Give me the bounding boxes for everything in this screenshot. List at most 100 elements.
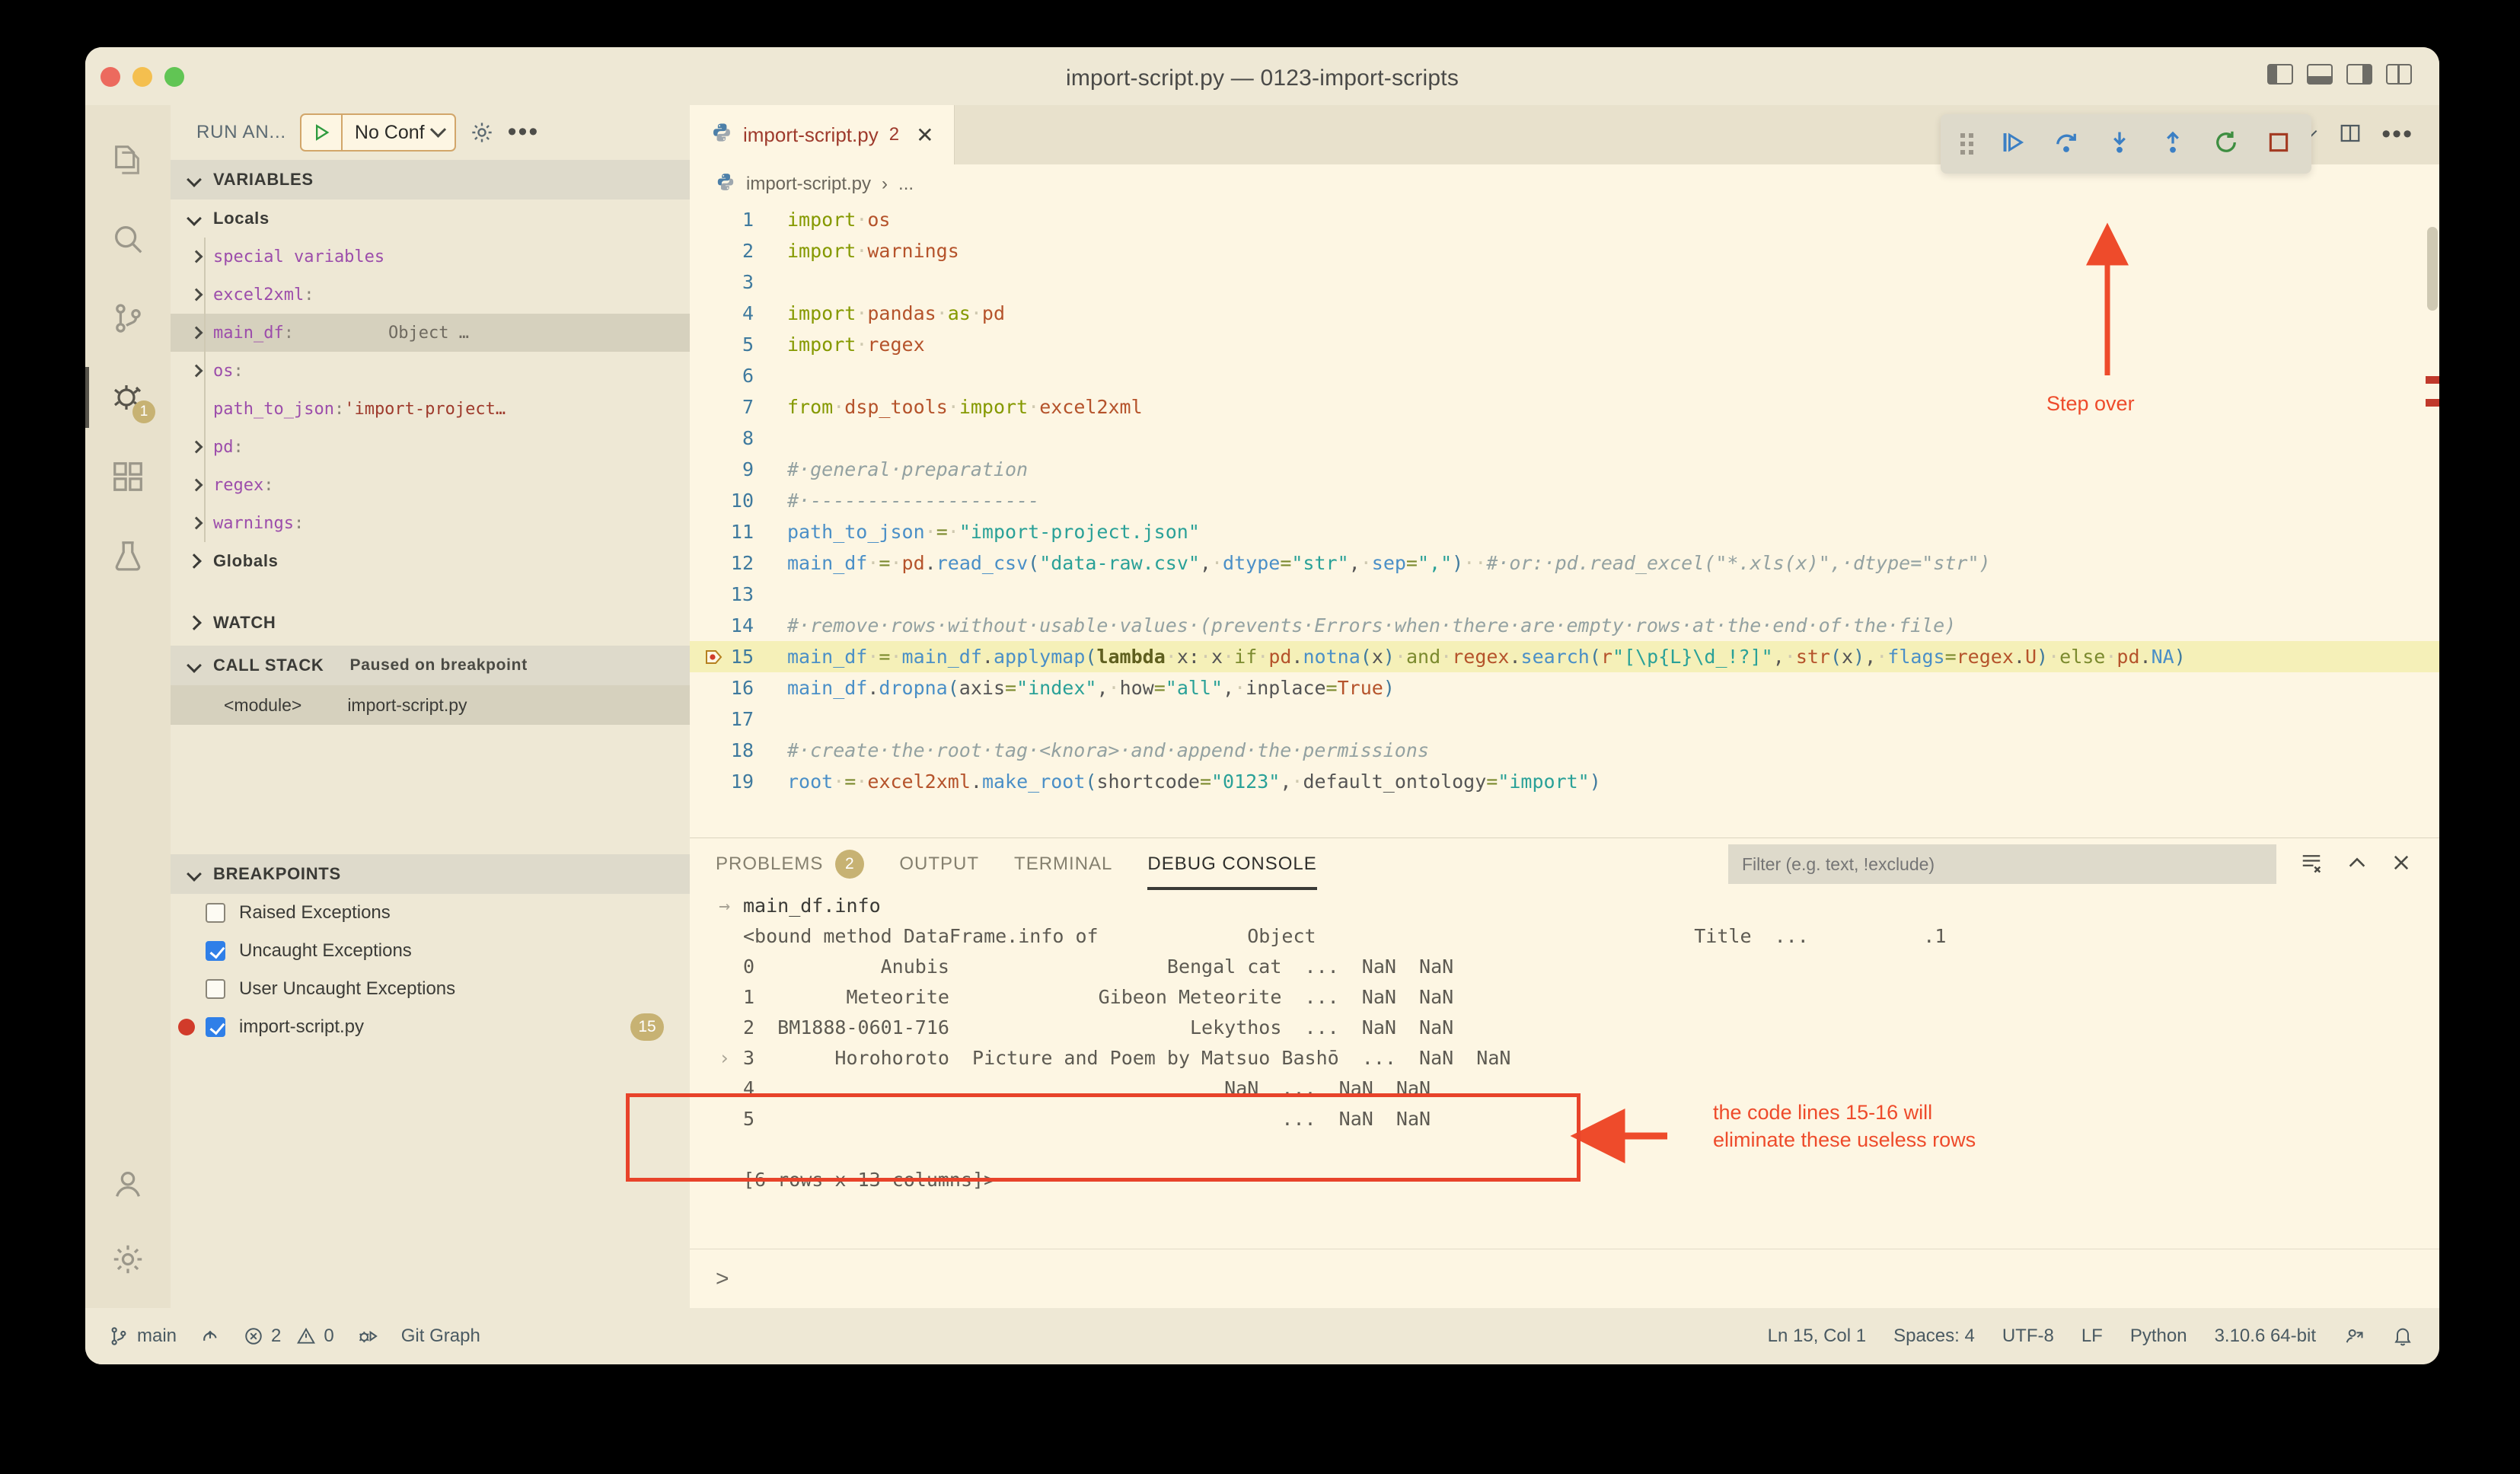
sidebar-item-search[interactable]	[85, 199, 171, 279]
variable-row[interactable]: main_df: Object …	[171, 314, 690, 352]
close-icon[interactable]: ✕	[916, 123, 933, 148]
debug-toolbar[interactable]	[1941, 114, 2311, 174]
start-debugging-button[interactable]	[301, 115, 343, 150]
code-line[interactable]: 8	[690, 423, 2439, 454]
status-branch[interactable]: main	[108, 1326, 177, 1347]
code-line[interactable]: 2 import·warnings	[690, 235, 2439, 266]
code-line[interactable]: 3	[690, 266, 2439, 298]
code-line[interactable]: 11 path_to_json·=·"import-project.json"	[690, 516, 2439, 547]
variables-globals-group[interactable]: Globals	[171, 542, 690, 580]
sidebar-item-settings[interactable]	[85, 1229, 171, 1308]
editor-more-actions-button[interactable]: •••	[2381, 122, 2413, 147]
filter-input[interactable]	[1728, 844, 2276, 884]
code-line[interactable]: 5 import·regex	[690, 329, 2439, 360]
status-problems[interactable]: 2 0	[244, 1326, 334, 1347]
toggle-secondary-sidebar-icon[interactable]	[2346, 64, 2372, 85]
sidebar-item-accounts[interactable]	[85, 1150, 171, 1229]
status-notifications[interactable]	[2392, 1326, 2413, 1347]
status-remote-account[interactable]	[2343, 1326, 2365, 1347]
variable-row[interactable]: excel2xml:	[171, 276, 690, 314]
code-line[interactable]: 9 #·general·preparation	[690, 454, 2439, 485]
chevron-right-icon[interactable]	[190, 288, 203, 302]
chevron-right-icon[interactable]	[190, 516, 203, 530]
status-language-mode[interactable]: Python	[2130, 1326, 2187, 1347]
breakpoint-marker-icon[interactable]	[705, 648, 723, 666]
sidebar-item-source-control[interactable]	[85, 279, 171, 358]
step-out-button[interactable]	[2159, 129, 2187, 160]
status-debug-start[interactable]	[357, 1326, 378, 1347]
breakpoint-checkbox[interactable]	[206, 941, 225, 961]
breakpoint-checkbox[interactable]	[206, 1017, 225, 1037]
collapse-panel-button[interactable]	[2346, 852, 2368, 877]
chevron-right-icon[interactable]: ›	[719, 1047, 730, 1069]
chevron-right-icon[interactable]	[190, 478, 203, 492]
step-over-button[interactable]	[2053, 129, 2080, 160]
clear-console-button[interactable]	[2299, 851, 2324, 878]
debug-console-input-row[interactable]: >	[690, 1249, 2439, 1308]
code-line[interactable]: 7 from·dsp_tools·import·excel2xml	[690, 391, 2439, 423]
code-line[interactable]: 4 import·pandas·as·pd	[690, 298, 2439, 329]
code-line[interactable]: 14 #·remove·rows·without·usable·values·(p…	[690, 610, 2439, 641]
restart-button[interactable]	[2212, 129, 2240, 160]
variable-row[interactable]: special variables	[171, 238, 690, 276]
breadcrumb-tail[interactable]: ...	[898, 174, 914, 195]
sidebar-item-extensions[interactable]	[85, 437, 171, 516]
stop-button[interactable]	[2266, 129, 2292, 159]
breakpoint-row[interactable]: Uncaught Exceptions	[171, 932, 690, 970]
sidebar-more-actions-button[interactable]: •••	[508, 120, 540, 145]
code-line[interactable]: 13	[690, 579, 2439, 610]
toggle-panel-icon[interactable]	[2307, 64, 2333, 85]
variable-row[interactable]: os:	[171, 352, 690, 390]
variable-row[interactable]: warnings:	[171, 504, 690, 542]
panel-tab-terminal[interactable]: TERMINAL	[1014, 838, 1112, 890]
split-editor-button[interactable]	[2339, 122, 2362, 148]
layout-controls[interactable]	[2267, 64, 2412, 85]
customize-layout-icon[interactable]	[2386, 64, 2412, 85]
sidebar-item-run-and-debug[interactable]: 1	[85, 358, 171, 437]
step-into-button[interactable]	[2106, 129, 2133, 160]
code-line[interactable]: 1 import·os	[690, 204, 2439, 235]
variable-row[interactable]: pd:	[171, 428, 690, 466]
panel-tab-debug-console[interactable]: DEBUG CONSOLE	[1147, 838, 1318, 890]
status-indentation[interactable]: Spaces: 4	[1893, 1326, 1975, 1347]
breakpoint-checkbox[interactable]	[206, 903, 225, 923]
status-cursor-position[interactable]: Ln 15, Col 1	[1768, 1326, 1866, 1347]
section-header-watch[interactable]: WATCH	[171, 600, 690, 646]
drag-handle-icon[interactable]	[1960, 133, 1973, 155]
toggle-primary-sidebar-icon[interactable]	[2267, 64, 2293, 85]
section-header-breakpoints[interactable]: BREAKPOINTS	[171, 854, 690, 894]
code-line[interactable]: 16 main_df.dropna(axis="index",·how="all"…	[690, 672, 2439, 704]
variables-locals-group[interactable]: Locals	[171, 199, 690, 238]
breakpoint-row[interactable]: import-script.py 15	[171, 1008, 690, 1046]
continue-button[interactable]	[1999, 129, 2027, 160]
panel-tab-output[interactable]: OUTPUT	[899, 838, 979, 890]
code-line[interactable]: 19 root·=·excel2xml.make_root(shortcode="…	[690, 766, 2439, 797]
breakpoint-row[interactable]: User Uncaught Exceptions	[171, 970, 690, 1008]
panel-tab-problems[interactable]: PROBLEMS 2	[716, 838, 865, 890]
chevron-right-icon[interactable]	[190, 326, 203, 340]
sidebar-item-explorer[interactable]	[85, 120, 171, 199]
chevron-right-icon[interactable]	[190, 440, 203, 454]
chevron-right-icon[interactable]	[190, 250, 203, 263]
close-panel-button[interactable]	[2391, 852, 2412, 877]
sidebar-item-testing[interactable]	[85, 516, 171, 595]
breadcrumb-file[interactable]: import-script.py	[746, 174, 871, 195]
tab-import-script-py[interactable]: import-script.py 2 ✕	[690, 105, 955, 164]
variable-row[interactable]: regex:	[171, 466, 690, 504]
breakpoint-checkbox[interactable]	[206, 979, 225, 999]
status-python-interpreter[interactable]: 3.10.6 64-bit	[2215, 1326, 2316, 1347]
variable-row[interactable]: path_to_json: 'import-project…	[171, 390, 690, 428]
debug-console-output[interactable]: → main_df.info <bound method DataFrame.inf…	[690, 890, 2439, 1249]
breakpoint-row[interactable]: Raised Exceptions	[171, 894, 690, 932]
code-line[interactable]: 15 main_df·=·main_df.applymap(lambda·x:·x…	[690, 641, 2439, 672]
code-line[interactable]: 6	[690, 360, 2439, 391]
status-git-graph[interactable]: Git Graph	[401, 1326, 480, 1347]
code-line[interactable]: 10 #·--------------------	[690, 485, 2439, 516]
run-configuration-control[interactable]: No Conf	[299, 113, 456, 152]
code-line[interactable]: 18 #·create·the·root·tag·<knora>·and·appe…	[690, 735, 2439, 766]
callstack-frame[interactable]: <module> import-script.py	[171, 685, 690, 725]
status-sync[interactable]	[199, 1326, 221, 1347]
code-line[interactable]: 12 main_df·=·pd.read_csv("data-raw.csv",·…	[690, 547, 2439, 579]
status-encoding[interactable]: UTF-8	[2002, 1326, 2054, 1347]
section-header-callstack[interactable]: CALL STACK Paused on breakpoint	[171, 646, 690, 685]
